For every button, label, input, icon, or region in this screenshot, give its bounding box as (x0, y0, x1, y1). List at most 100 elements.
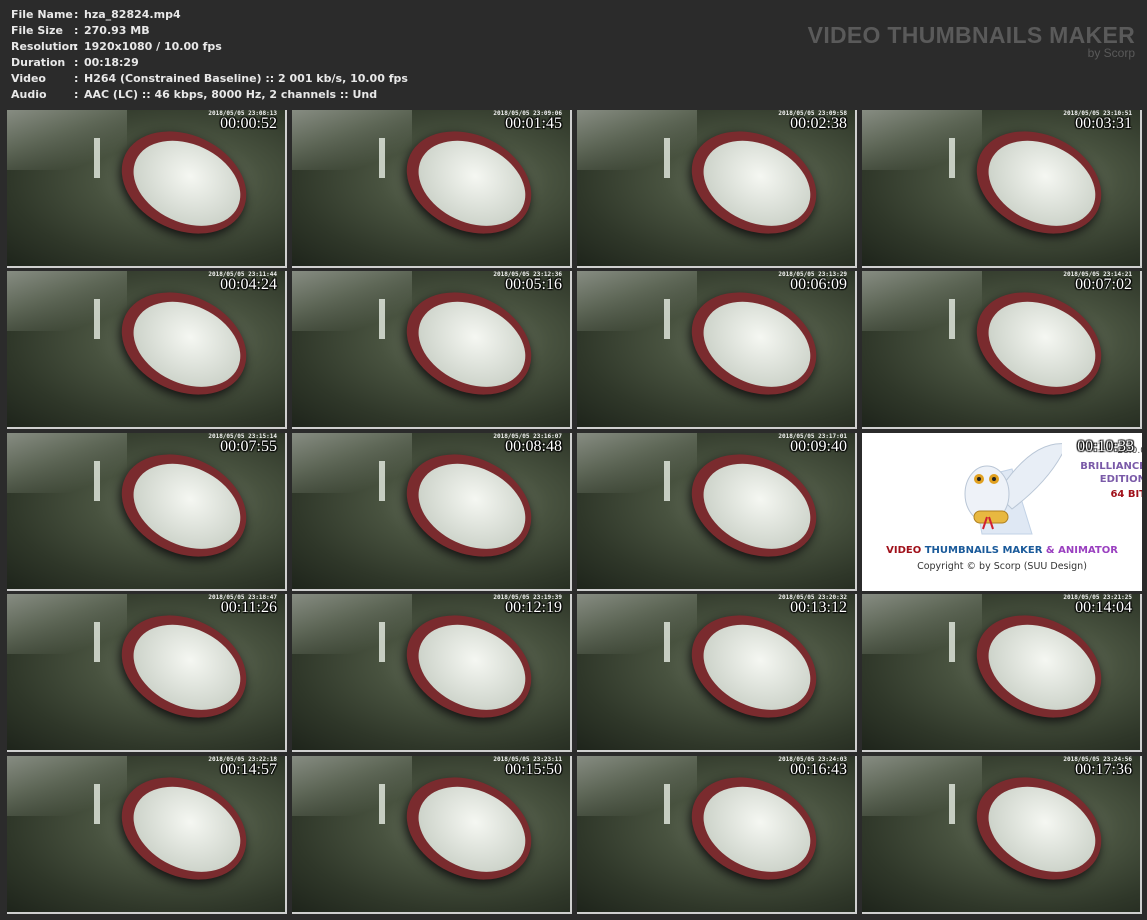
room-wall (292, 433, 412, 493)
video-thumbnail[interactable]: 2018/05/05 23:09:06 00:01:45 (292, 110, 572, 268)
window-light (94, 461, 100, 501)
thumbnail-timecode: 00:10:33 (1077, 438, 1134, 455)
video-thumbnail[interactable]: 2018/05/05 23:10:51 00:03:31 (862, 110, 1142, 268)
round-bed (390, 595, 548, 738)
room-wall (862, 110, 982, 170)
room-wall (7, 756, 127, 816)
video-thumbnail[interactable]: 2018/05/05 23:18:47 00:11:26 (7, 594, 287, 752)
video-thumbnail[interactable]: 2018/05/05 23:19:39 00:12:19 (292, 594, 572, 752)
round-bed (390, 757, 548, 900)
promo-title-animator: & ANIMATOR (1045, 545, 1118, 556)
window-light (949, 299, 955, 339)
info-label: Video (11, 72, 46, 85)
video-thumbnail[interactable]: 2018/05/05 23:21:25 00:14:04 (862, 594, 1142, 752)
info-row-duration: Duration:00:18:29 (11, 55, 139, 71)
info-value: 1920x1080 / 10.00 fps (84, 40, 222, 53)
round-bed (675, 272, 833, 415)
window-light (94, 622, 100, 662)
info-row-file-name: File Name: hza_82824.mp4 (11, 7, 181, 23)
info-separator: : (74, 40, 79, 53)
window-light (664, 299, 670, 339)
video-thumbnail[interactable]: 2018/05/05 23:08:13 00:00:52 (7, 110, 287, 268)
thumbnail-timecode: 00:00:52 (220, 115, 277, 132)
owl-logo-icon (964, 443, 1062, 535)
info-separator: : (74, 88, 79, 101)
info-value: H264 (Constrained Baseline) :: 2 001 kb/… (84, 72, 408, 85)
thumbnail-timecode: 00:14:57 (220, 761, 277, 778)
window-light (664, 461, 670, 501)
promo-title: VIDEO THUMBNAILS MAKER & ANIMATOR (862, 545, 1142, 556)
thumbnail-timecode: 00:13:12 (790, 599, 847, 616)
round-bed (960, 595, 1118, 738)
window-light (94, 299, 100, 339)
round-bed (105, 434, 263, 577)
info-row-audio: Audio: AAC (LC) :: 46 kbps, 8000 Hz, 2 ch… (11, 87, 377, 103)
window-light (379, 622, 385, 662)
window-light (664, 784, 670, 824)
thumbnail-timecode: 00:15:50 (505, 761, 562, 778)
video-thumbnail[interactable]: 2018/05/05 23:15:14 00:07:55 (7, 433, 287, 591)
video-thumbnail[interactable]: 2018/05/05 23:13:29 00:06:09 (577, 271, 857, 429)
thumbnail-timecode: 00:17:36 (1075, 761, 1132, 778)
window-light (379, 461, 385, 501)
promo-copyright: Copyright © by Scorp (SUU Design) (917, 561, 1087, 572)
thumbnail-timecode: 00:06:09 (790, 276, 847, 293)
round-bed (675, 434, 833, 577)
round-bed (105, 111, 263, 254)
video-thumbnail[interactable]: 2018/05/05 23:09:58 00:02:38 (577, 110, 857, 268)
video-thumbnail[interactable]: 2018/05/05 23:16:07 00:08:48 (292, 433, 572, 591)
brand-title: VIDEO THUMBNAILS MAKER (807, 22, 1135, 48)
promo-edition-1: BRILLIANCE (1080, 461, 1142, 472)
thumbnail-timecode: 00:05:16 (505, 276, 562, 293)
video-thumbnail[interactable]: 2018/05/05 23:14:21 00:07:02 (862, 271, 1142, 429)
video-thumbnail[interactable]: 2018/05/05 23:17:01 00:09:40 (577, 433, 857, 591)
round-bed (675, 595, 833, 738)
video-thumbnail[interactable]: 2018/05/05 23:20:32 00:13:12 (577, 594, 857, 752)
room-wall (577, 756, 697, 816)
video-thumbnail[interactable]: 2018/05/05 23:24:03 00:16:43 (577, 756, 857, 914)
promo-title-vtm: THUMBNAILS MAKER (924, 545, 1043, 556)
round-bed (390, 272, 548, 415)
info-separator: : (74, 56, 79, 69)
info-row-file-size: File Size:270.93 MB (11, 23, 150, 39)
video-thumbnail[interactable]: 2018/05/05 23:23:11 00:15:50 (292, 756, 572, 914)
window-light (94, 784, 100, 824)
info-separator: : (74, 72, 79, 85)
info-label: Resolution (11, 40, 78, 53)
video-thumbnail[interactable]: 2018/05/05 23:11:44 00:04:24 (7, 271, 287, 429)
round-bed (105, 595, 263, 738)
round-bed (105, 272, 263, 415)
room-wall (577, 271, 697, 331)
info-label: File Name (11, 8, 73, 21)
info-value: hza_82824.mp4 (84, 8, 181, 21)
room-wall (577, 594, 697, 654)
room-wall (292, 271, 412, 331)
thumbnail-timecode: 00:08:48 (505, 438, 562, 455)
round-bed (960, 757, 1118, 900)
room-wall (7, 433, 127, 493)
window-light (379, 138, 385, 178)
round-bed (675, 757, 833, 900)
thumbnail-timecode: 00:11:26 (220, 599, 277, 616)
window-light (949, 784, 955, 824)
thumbnail-timecode: 00:07:02 (1075, 276, 1132, 293)
window-light (94, 138, 100, 178)
promo-title-video: VIDEO (886, 545, 922, 556)
video-thumbnail[interactable]: 2018/05/05 23:24:56 00:17:36 (862, 756, 1142, 914)
promo-bits: 64 BIT (1110, 489, 1142, 500)
room-wall (862, 756, 982, 816)
room-wall (7, 594, 127, 654)
info-label: File Size (11, 24, 63, 37)
promo-thumbnail[interactable]: 28.0.0 BRILLIANCE EDITION 64 BIT VIDEO T… (862, 433, 1142, 591)
info-label: Duration (11, 56, 66, 69)
video-thumbnail[interactable]: 2018/05/05 23:22:18 00:14:57 (7, 756, 287, 914)
round-bed (390, 434, 548, 577)
video-thumbnail[interactable]: 2018/05/05 23:12:36 00:05:16 (292, 271, 572, 429)
window-light (379, 784, 385, 824)
info-label: Audio (11, 88, 47, 101)
room-wall (862, 594, 982, 654)
room-wall (7, 110, 127, 170)
room-wall (862, 271, 982, 331)
room-wall (577, 433, 697, 493)
file-info-header: File Name: hza_82824.mp4 File Size:270.93 … (0, 0, 1147, 108)
